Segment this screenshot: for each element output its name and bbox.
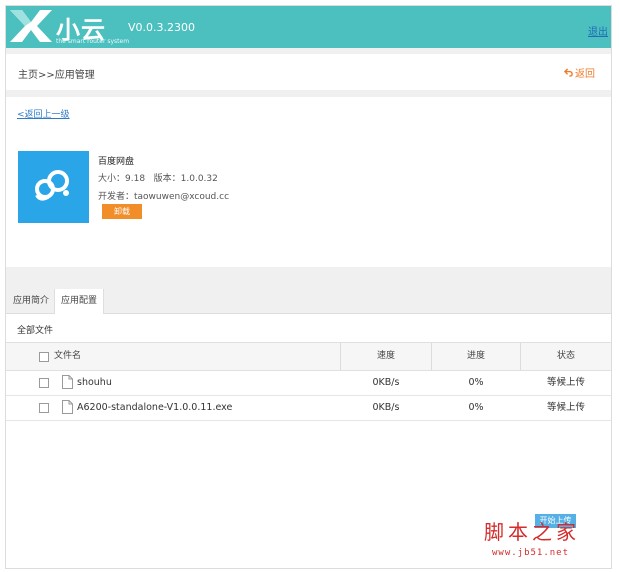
document-icon	[62, 375, 73, 389]
app-size: 大小：9.18	[98, 174, 146, 184]
back-to-parent-link[interactable]: <返回上一级	[17, 107, 70, 120]
version-label: V0.0.3.2300	[128, 21, 196, 34]
logo-x-icon	[10, 10, 52, 42]
watermark-url: www.jb51.net	[492, 548, 570, 558]
back-button-label: 返回	[575, 69, 595, 80]
column-name: 文件名	[54, 351, 82, 361]
spacer	[6, 267, 611, 289]
tab-app-intro[interactable]: 应用简介	[7, 289, 55, 313]
file-name: A6200-standalone-V1.0.0.11.exe	[77, 402, 233, 413]
logo: 小云 the smart router system	[8, 8, 130, 46]
uninstall-button[interactable]: 卸载	[102, 204, 142, 219]
watermark-text: 脚本之家	[484, 520, 580, 544]
app-version: 版本：1.0.0.32	[153, 174, 218, 184]
tab-bar: 应用简介 应用配置	[6, 289, 611, 314]
brand-tagline: the smart router system	[56, 38, 130, 45]
tab-app-config[interactable]: 应用配置	[54, 289, 105, 314]
app-developer: 开发者：taowuwen@xcoud.cc	[98, 192, 230, 202]
back-button[interactable]: 返回	[563, 65, 595, 80]
document-icon	[62, 400, 73, 414]
column-status: 状态	[556, 351, 575, 361]
column-speed: 速度	[376, 351, 395, 361]
table-row[interactable]: shouhu 0KB/s 0% 等候上传	[6, 371, 611, 396]
baidu-cloud-icon	[18, 151, 89, 223]
file-speed: 0KB/s	[372, 402, 400, 413]
app-window: 小云 the smart router system V0.0.3.2300 退…	[5, 5, 612, 569]
table-header: 文件名 速度 进度 状态	[6, 342, 611, 371]
breadcrumb-bar: 主页>>应用管理 返回	[6, 54, 611, 91]
row-checkbox[interactable]	[39, 403, 49, 413]
all-files-title: 全部文件	[17, 326, 54, 336]
file-table: 文件名 速度 进度 状态 shouhu 0KB/s 0% 等候上传 A6200-…	[6, 342, 611, 421]
app-size-version: 大小：9.18 版本：1.0.0.32	[98, 171, 218, 184]
file-progress: 0%	[468, 402, 484, 413]
table-row[interactable]: A6200-standalone-V1.0.0.11.exe 0KB/s 0% …	[6, 396, 611, 421]
file-status: 等候上传	[546, 377, 585, 388]
spacer	[6, 90, 611, 97]
file-progress: 0%	[468, 377, 484, 388]
select-all-checkbox[interactable]	[39, 352, 49, 362]
column-progress: 进度	[466, 351, 485, 361]
top-header: 小云 the smart router system V0.0.3.2300 退…	[6, 6, 611, 48]
app-name: 百度网盘	[98, 157, 135, 167]
row-checkbox[interactable]	[39, 378, 49, 388]
logout-link[interactable]: 退出	[588, 23, 608, 38]
file-status: 等候上传	[546, 402, 585, 413]
undo-arrow-icon	[563, 68, 573, 80]
breadcrumb: 主页>>应用管理	[18, 70, 95, 81]
file-name: shouhu	[77, 377, 112, 388]
file-speed: 0KB/s	[372, 377, 400, 388]
